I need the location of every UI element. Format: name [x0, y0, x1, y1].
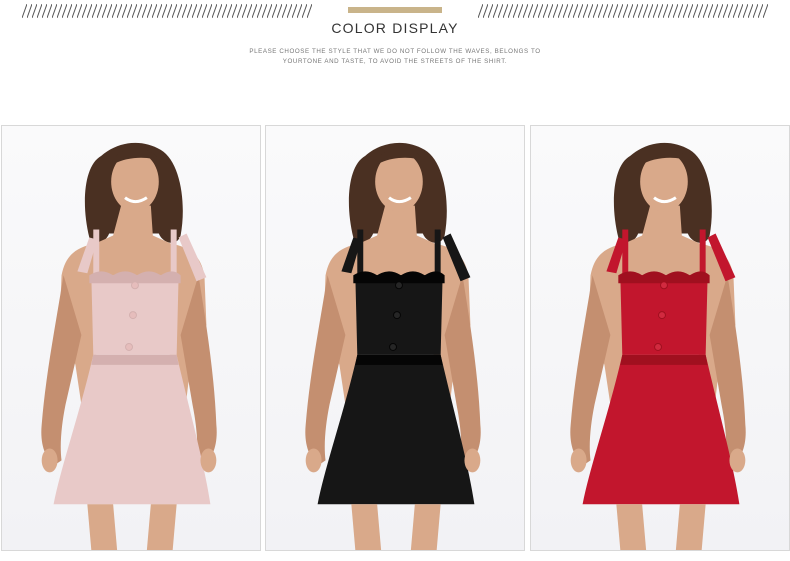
section-title: COLOR DISPLAY	[331, 20, 459, 36]
section-subtitle-line-1: PLEASE CHOOSE THE STYLE THAT WE DO NOT F…	[249, 48, 541, 55]
model-figure	[305, 142, 481, 550]
product-image-pink[interactable]	[1, 125, 261, 551]
hatch-decoration-right	[478, 4, 768, 18]
product-image-red[interactable]	[530, 125, 790, 551]
hatch-decoration-left	[22, 4, 312, 18]
section-subtitle: PLEASE CHOOSE THE STYLE THAT WE DO NOT F…	[245, 47, 545, 67]
model-figure	[570, 142, 746, 550]
header-accent-bar	[348, 7, 442, 13]
model-figure	[41, 142, 217, 550]
product-image-black[interactable]	[265, 125, 525, 551]
section-subtitle-line-2: YOURTONE AND TASTE, TO AVOID THE STREETS…	[282, 58, 508, 65]
